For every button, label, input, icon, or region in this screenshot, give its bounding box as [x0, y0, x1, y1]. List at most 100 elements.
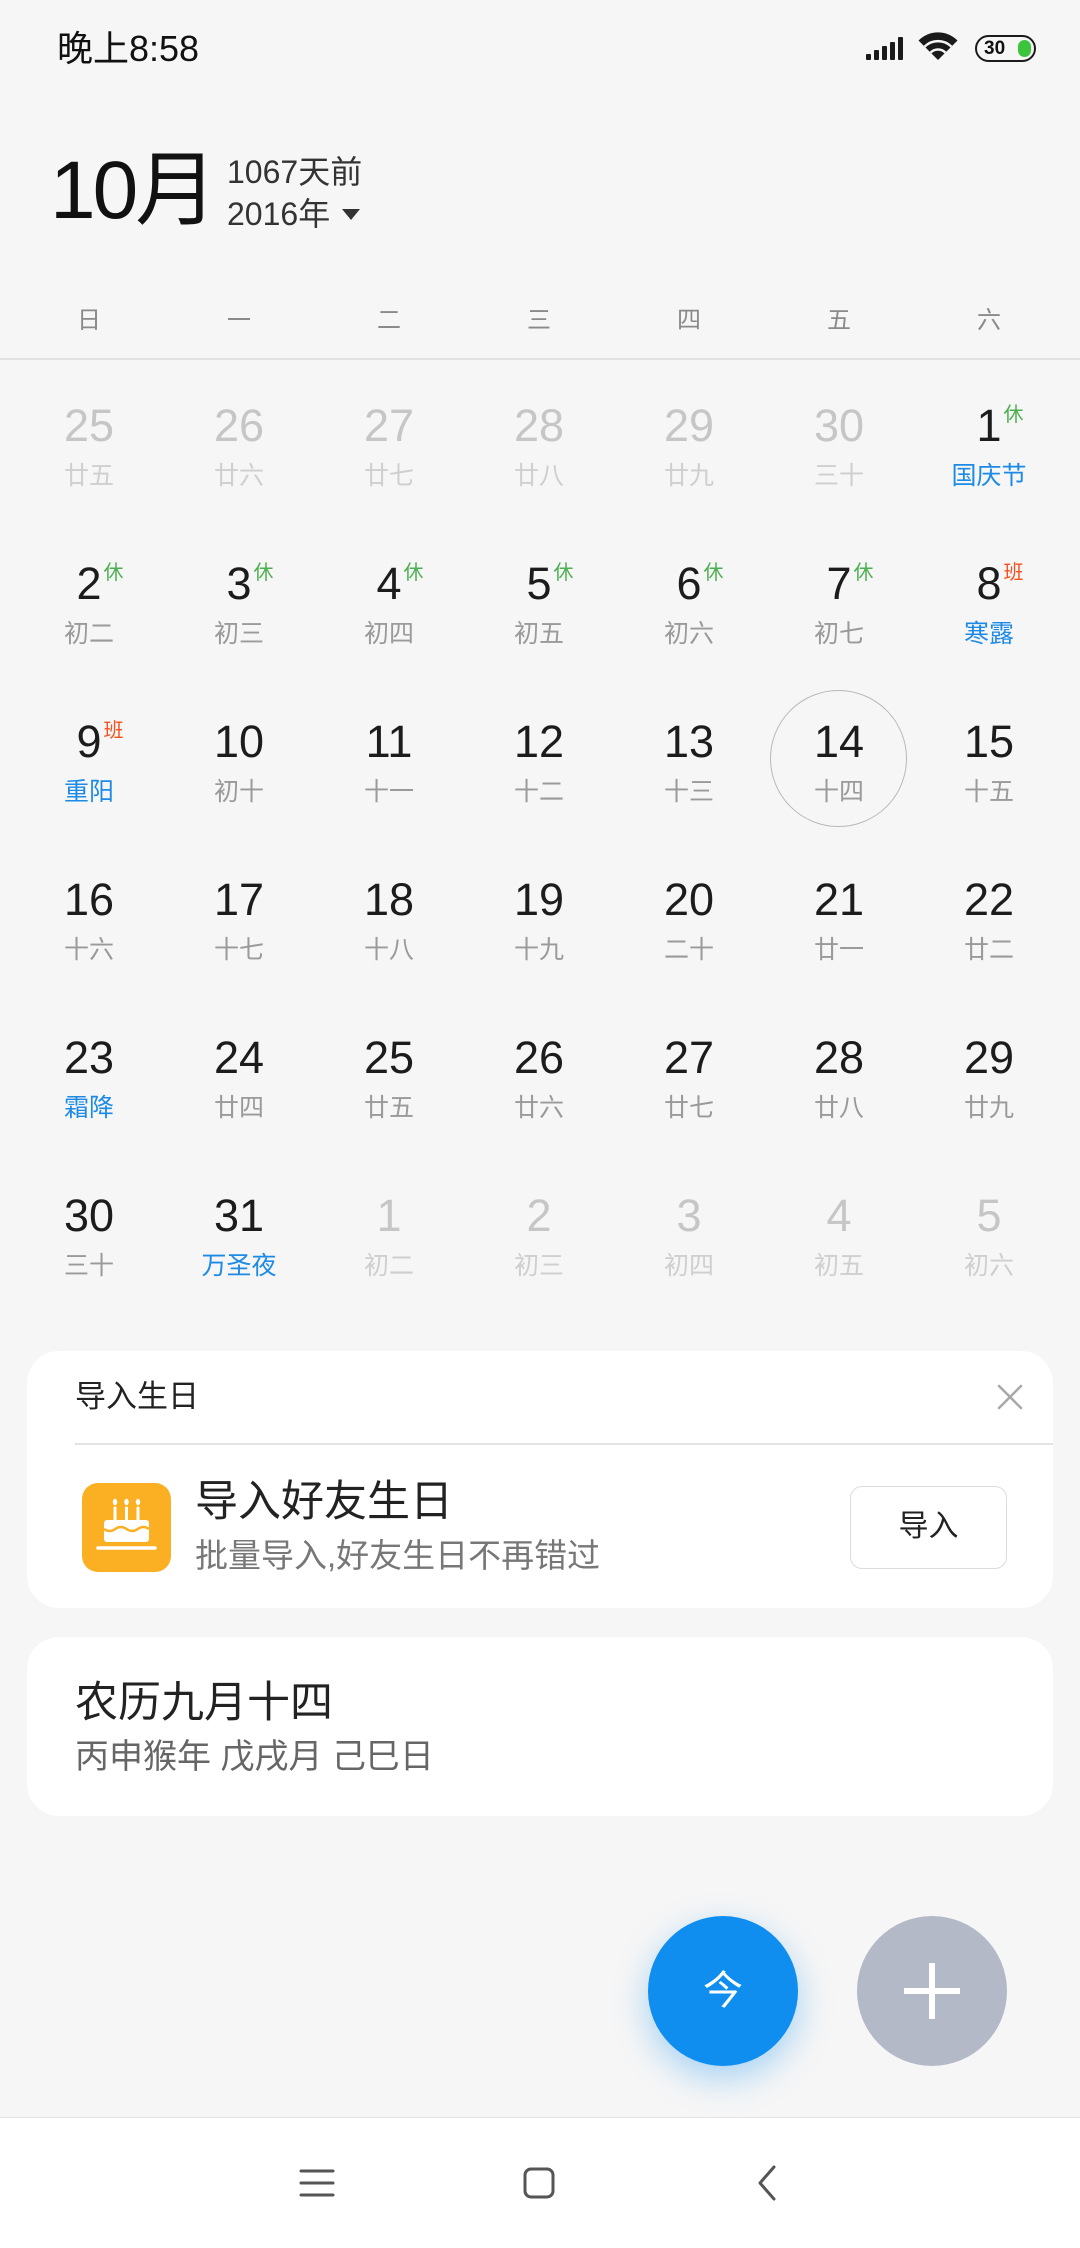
day-status-badge: 休: [853, 562, 874, 584]
calendar-day-cell[interactable]: 2 休初二: [14, 524, 164, 682]
calendar-day-cell[interactable]: 27 廿七: [614, 998, 764, 1156]
recent-apps-button[interactable]: [257, 2118, 377, 2248]
calendar-day-cell[interactable]: 1 休国庆节: [914, 366, 1064, 524]
calendar-day-cell[interactable]: 10 初十: [164, 682, 314, 840]
calendar-day-cell[interactable]: 23 霜降: [14, 998, 164, 1156]
wifi-icon: [918, 32, 958, 60]
calendar-day-cell[interactable]: 13 十三: [614, 682, 764, 840]
calendar-day-cell[interactable]: 6 休初六: [614, 524, 764, 682]
lunar-date-label: 初二: [363, 1252, 414, 1280]
calendar-day-cell[interactable]: 20 二十: [614, 840, 764, 998]
calendar-day-cell[interactable]: 17 十七: [164, 840, 314, 998]
day-number: 2: [526, 1190, 551, 1242]
day-number: 4休: [376, 558, 423, 610]
calendar-day-cell[interactable]: 1 初二: [314, 1156, 464, 1314]
calendar-day-cell[interactable]: 2 初三: [464, 1156, 614, 1314]
year-selector[interactable]: 2016年: [227, 195, 361, 233]
lunar-date-label: 廿九: [663, 462, 714, 490]
calendar-day-cell[interactable]: 7 休初七: [764, 524, 914, 682]
lunar-date-card[interactable]: 农历九月十四 丙申猴年 戊戌月 己巳日: [27, 1637, 1053, 1816]
day-status-badge: 休: [403, 562, 424, 584]
calendar-day-cell[interactable]: 15 十五: [914, 682, 1064, 840]
battery-icon: 30: [975, 35, 1036, 62]
day-number: 24: [214, 1032, 264, 1084]
calendar-day-cell[interactable]: 28 廿八: [764, 998, 914, 1156]
weekday-label: 一: [227, 307, 251, 334]
lunar-date-label: 三十: [63, 1252, 114, 1280]
calendar-day-cell[interactable]: 28 廿八: [464, 366, 614, 524]
calendar-day-cell[interactable]: 16 十六: [14, 840, 164, 998]
import-button[interactable]: 导入: [850, 1486, 1007, 1569]
calendar-day-cell[interactable]: 4 初五: [764, 1156, 914, 1314]
day-number-text: 29: [663, 400, 715, 451]
day-number-text: 7: [826, 558, 852, 609]
calendar-day-cell[interactable]: 5 初六: [914, 1156, 1064, 1314]
calendar-day-cell[interactable]: 29 廿九: [614, 366, 764, 524]
calendar-day-cell[interactable]: 11 十一: [314, 682, 464, 840]
calendar-day-cell[interactable]: 21 廿一: [764, 840, 914, 998]
birthday-cake-icon: [82, 1483, 171, 1572]
day-status-badge: 休: [253, 562, 274, 584]
battery-charge-indicator: [1018, 40, 1031, 57]
calendar-day-cell[interactable]: 3 休初三: [164, 524, 314, 682]
day-number: 22: [964, 874, 1014, 926]
menu-icon: [299, 2169, 335, 2197]
day-number-wrap: 22: [914, 874, 1064, 926]
calendar-day-cell[interactable]: 25 廿五: [314, 998, 464, 1156]
close-card-button[interactable]: [984, 1371, 1036, 1423]
go-to-today-button[interactable]: 今: [648, 1916, 798, 2066]
plus-icon: [904, 1963, 960, 2019]
day-number: 12: [514, 716, 564, 768]
calendar-day-cell[interactable]: 8 班寒露: [914, 524, 1064, 682]
calendar-day-cell[interactable]: 4 休初四: [314, 524, 464, 682]
lunar-date-label: 十三: [663, 778, 714, 806]
weekday-label: 三: [527, 307, 551, 334]
calendar-day-cell[interactable]: 24 廿四: [164, 998, 314, 1156]
calendar-day-cell[interactable]: 30 三十: [14, 1156, 164, 1314]
day-number: 21: [814, 874, 864, 926]
day-number: 3: [676, 1190, 701, 1242]
calendar-day-cell[interactable]: 12 十二: [464, 682, 614, 840]
calendar-day-cell[interactable]: 26 廿六: [164, 366, 314, 524]
calendar-day-cell[interactable]: 27 廿七: [314, 366, 464, 524]
lunar-date-label: 十一: [363, 778, 414, 806]
calendar-day-cell[interactable]: 29 廿九: [914, 998, 1064, 1156]
day-number-wrap: 11: [314, 716, 464, 768]
calendar-day-cell[interactable]: 31 万圣夜: [164, 1156, 314, 1314]
calendar-day-cell[interactable]: 26 廿六: [464, 998, 614, 1156]
lunar-date-label: 十四: [813, 778, 864, 806]
day-number-text: 15: [963, 716, 1015, 767]
weekday-header-row: 日 一 二 三 四 五 六: [14, 301, 1064, 341]
calendar-day-cell[interactable]: 9 班重阳: [14, 682, 164, 840]
day-number-text: 31: [213, 1190, 265, 1241]
back-button[interactable]: [707, 2118, 827, 2248]
lunar-date-label: 廿八: [813, 1094, 864, 1122]
calendar-day-cell[interactable]: 30 三十: [764, 366, 914, 524]
calendar-day-cell[interactable]: 25 廿五: [14, 366, 164, 524]
day-number-wrap: 30: [764, 400, 914, 452]
import-friends-birthday-item[interactable]: 导入好友生日 批量导入,好友生日不再错过: [27, 1461, 827, 1601]
day-number: 9班: [76, 716, 123, 768]
lunar-date-title: 农历九月十四: [75, 1679, 333, 1727]
day-number-wrap: 4休: [314, 558, 464, 610]
day-number-wrap: 8班: [914, 558, 1064, 610]
cellular-signal-icon: [866, 34, 908, 60]
system-navigation-bar: [0, 2117, 1080, 2248]
day-number: 30: [814, 400, 864, 452]
weekday-label: 五: [827, 307, 851, 334]
card-divider: [75, 1443, 1053, 1445]
calendar-day-cell[interactable]: 18 十八: [314, 840, 464, 998]
calendar-day-cell[interactable]: 22 廿二: [914, 840, 1064, 998]
day-number-text: 3: [676, 1190, 702, 1241]
lunar-date-label: 初二: [63, 620, 114, 648]
calendar-day-cell[interactable]: 5 休初五: [464, 524, 614, 682]
calendar-week-row: 9 班重阳 10 初十 11 十一 12 十二 13 十三 14 十四 15 十五: [14, 682, 1064, 840]
home-button[interactable]: [479, 2118, 599, 2248]
day-number-wrap: 23: [14, 1032, 164, 1084]
day-number-text: 4: [826, 1190, 852, 1241]
calendar-day-cell[interactable]: 19 十九: [464, 840, 614, 998]
import-birthday-card: 导入生日 导入好友生日 批量导入,好友生日不再错过 导入: [27, 1351, 1053, 1608]
calendar-day-cell[interactable]: 14 十四: [764, 682, 914, 840]
add-event-button[interactable]: [857, 1916, 1007, 2066]
calendar-day-cell[interactable]: 3 初四: [614, 1156, 764, 1314]
